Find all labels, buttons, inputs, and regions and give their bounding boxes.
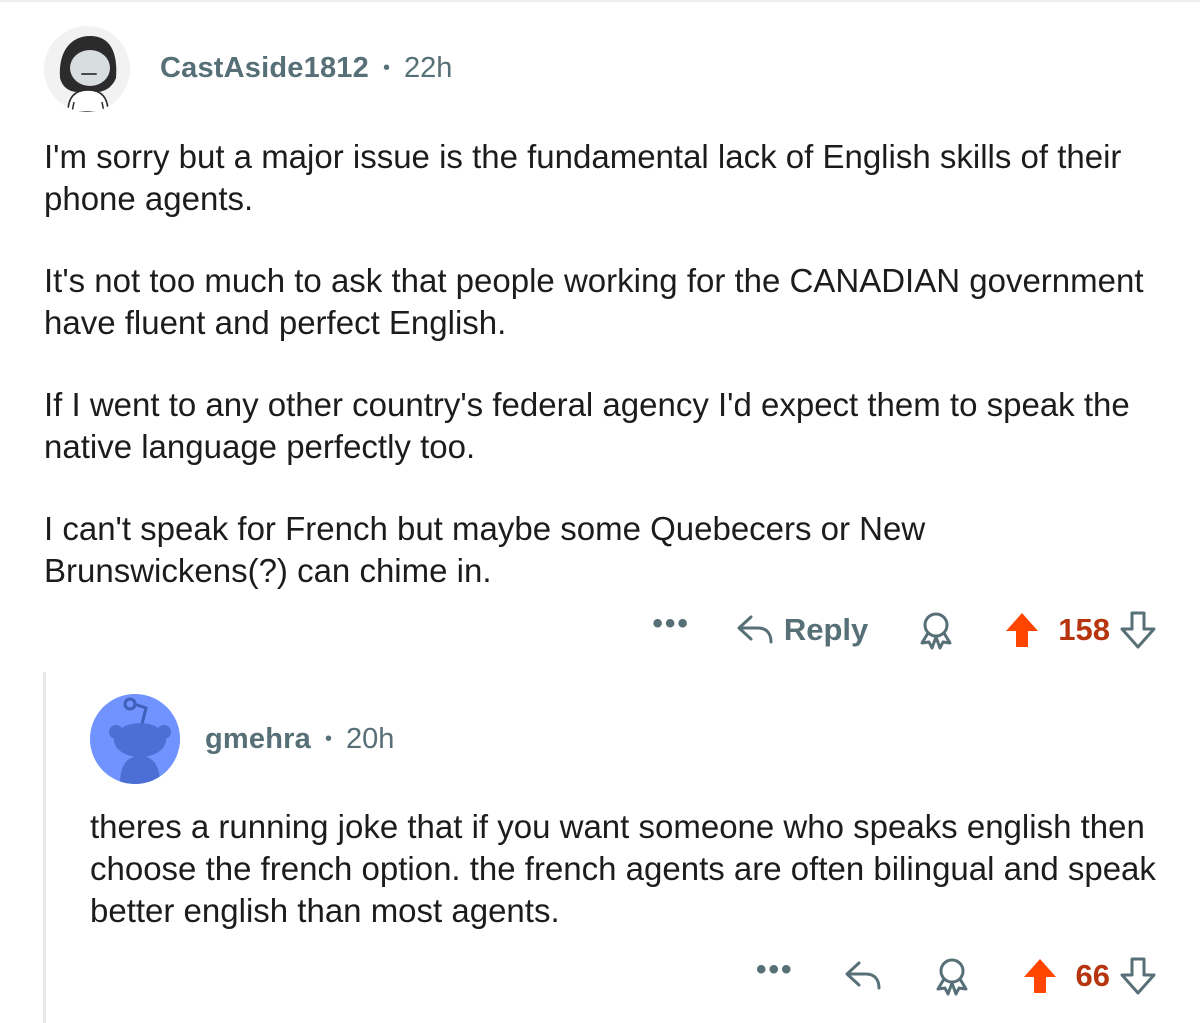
timestamp: 20h: [345, 722, 395, 755]
upvote-arrow-icon[interactable]: [1004, 611, 1040, 649]
vote-score: 66: [1075, 958, 1110, 993]
comment-meta: gmehra • 20h: [205, 721, 394, 757]
username[interactable]: gmehra: [205, 723, 311, 756]
comment-paragraph: I can't speak for French but maybe some …: [44, 510, 926, 589]
reply-button[interactable]: Reply: [736, 612, 868, 648]
meta-separator: •: [324, 727, 332, 750]
comment-paragraph: If I went to any other country's federal…: [44, 386, 1130, 465]
vote-score: 158: [1058, 612, 1110, 647]
avatar[interactable]: [90, 694, 180, 784]
reply-arrow-icon[interactable]: [844, 960, 882, 992]
award-icon[interactable]: [932, 956, 972, 996]
comment-actions: ••• 66: [756, 952, 1156, 1000]
comment-body: I'm sorry but a major issue is the funda…: [44, 136, 1164, 592]
downvote-arrow-icon[interactable]: [1120, 611, 1156, 649]
reply-label: Reply: [783, 612, 869, 647]
comment-meta: CastAside1812 • 22h: [160, 50, 452, 86]
username[interactable]: CastAside1812: [160, 52, 369, 85]
award-icon[interactable]: [916, 610, 956, 650]
reply-arrow-icon: [736, 614, 774, 646]
comment-actions: ••• Reply 158: [652, 606, 1156, 654]
comment-body: theres a running joke that if you want s…: [90, 806, 1170, 932]
timestamp: 22h: [403, 51, 453, 84]
avatar[interactable]: [44, 26, 130, 112]
downvote-arrow-icon[interactable]: [1120, 957, 1156, 995]
meta-separator: •: [382, 56, 390, 79]
comment: CastAside1812 • 22h I'm sorry but a majo…: [0, 0, 1200, 660]
comment-paragraph: I'm sorry but a major issue is the funda…: [44, 138, 1122, 217]
more-options-button[interactable]: •••: [756, 955, 794, 985]
more-options-button[interactable]: •••: [652, 609, 690, 639]
snoo-default-avatar-icon: [90, 694, 180, 784]
comment-paragraph: theres a running joke that if you want s…: [90, 808, 1156, 929]
thread-line[interactable]: [43, 672, 46, 1023]
comment-paragraph: It's not too much to ask that people wor…: [44, 262, 1144, 341]
snoo-hooded-avatar-icon: [44, 26, 130, 112]
upvote-arrow-icon[interactable]: [1022, 957, 1058, 995]
